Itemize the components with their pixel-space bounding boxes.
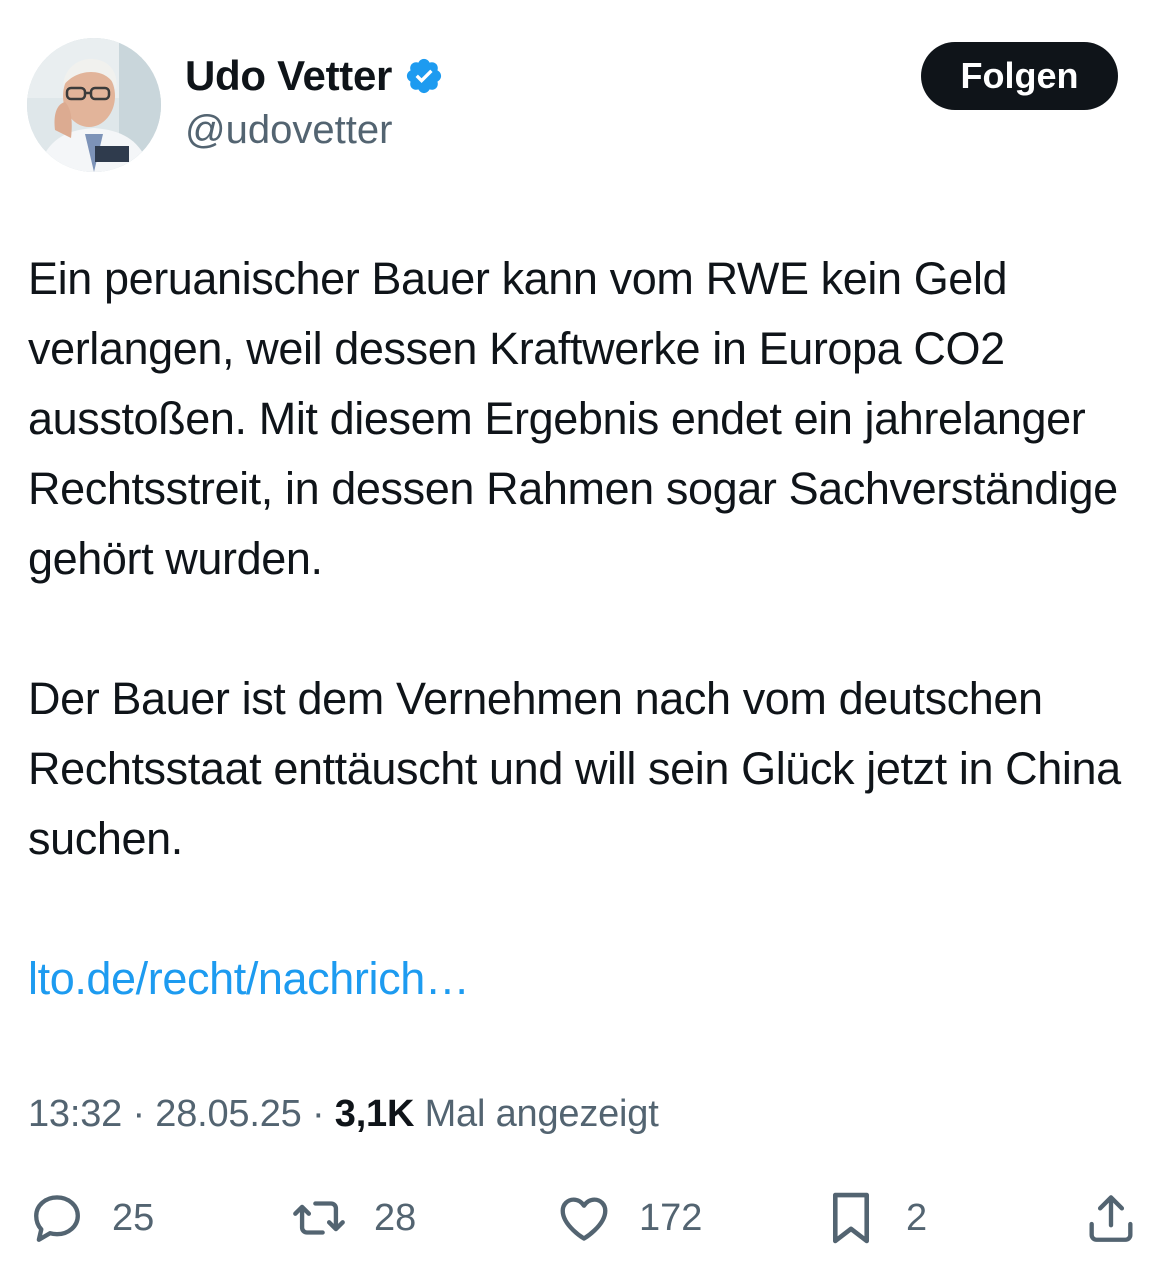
repost-icon <box>293 1201 345 1235</box>
tweet-paragraph: Ein peruanischer Bauer kann vom RWE kein… <box>28 253 1118 584</box>
verified-badge-icon[interactable] <box>404 56 444 96</box>
meta-separator: · <box>122 1093 156 1135</box>
bookmark-icon <box>832 1192 870 1244</box>
author-display-name[interactable]: Udo Vetter <box>185 52 392 100</box>
follow-button[interactable]: Folgen <box>921 42 1118 110</box>
meta-separator: · <box>301 1093 335 1135</box>
author-handle[interactable]: @udovetter <box>185 106 392 154</box>
like-count: 172 <box>639 1196 703 1239</box>
bookmark-button[interactable]: 2 <box>822 1186 927 1250</box>
repost-button[interactable]: 28 <box>290 1186 416 1250</box>
avatar[interactable] <box>27 38 161 172</box>
tweet-paragraph: Der Bauer ist dem Vernehmen nach vom deu… <box>28 673 1121 864</box>
reply-icon <box>34 1195 80 1242</box>
view-count: 3,1K <box>334 1093 415 1135</box>
author-name-row[interactable]: Udo Vetter <box>185 52 444 100</box>
tweet-time[interactable]: 13:32 <box>28 1093 122 1135</box>
reply-button[interactable]: 25 <box>28 1186 154 1250</box>
like-icon <box>560 1197 608 1241</box>
tweet-text: Ein peruanischer Bauer kann vom RWE kein… <box>28 244 1148 1014</box>
bookmark-count: 2 <box>906 1196 928 1239</box>
repost-count: 28 <box>374 1196 417 1239</box>
share-icon <box>1089 1195 1133 1242</box>
view-count-label: Mal angezeigt <box>424 1093 659 1135</box>
action-bar: 25 28 172 2 <box>0 1186 1170 1250</box>
like-button[interactable]: 172 <box>555 1186 702 1250</box>
reply-count: 25 <box>112 1196 155 1239</box>
tweet-link[interactable]: lto.de/recht/nachrich… <box>28 953 470 1004</box>
tweet-date[interactable]: 28.05.25 <box>155 1093 302 1135</box>
share-button[interactable] <box>1082 1186 1140 1250</box>
tweet-meta: 13:32 · 28.05.25 · 3,1K Mal angezeigt <box>28 1088 659 1140</box>
